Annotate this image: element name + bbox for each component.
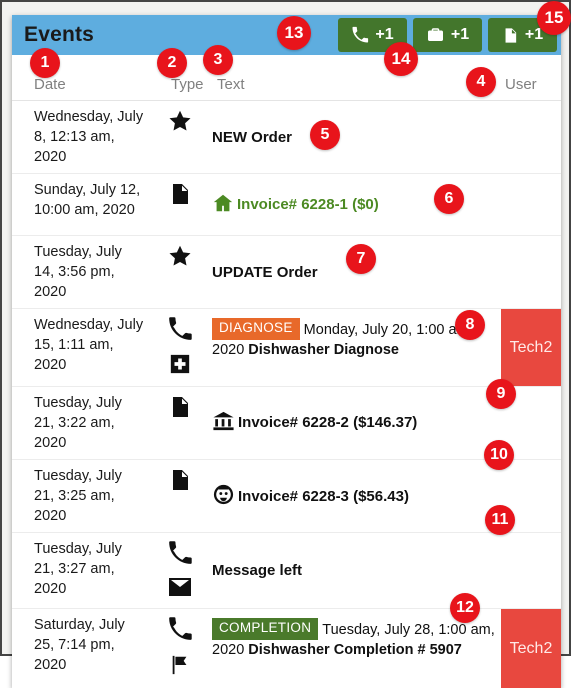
annotation-marker: 9: [486, 379, 516, 409]
annotation-marker: 8: [455, 310, 485, 340]
event-user: [501, 174, 561, 235]
event-user: [501, 236, 561, 308]
add-job-button[interactable]: +1: [413, 18, 482, 52]
event-label: Invoice# 6228-2 ($146.37): [238, 414, 418, 431]
event-date: Tuesday, July 21, 3:25 am, 2020: [34, 468, 122, 524]
table-row[interactable]: Wednesday, July 8, 12:13 am, 2020 NEW Ord…: [12, 101, 561, 174]
event-date: Sunday, July 12, 10:00 am, 2020: [34, 182, 141, 218]
phone-icon: [167, 540, 193, 571]
event-text: NEW Order: [208, 101, 501, 173]
table-row[interactable]: Saturday, July 25, 7:14 pm, 2020 COMPLETI…: [12, 609, 561, 688]
document-icon: [168, 394, 192, 425]
event-type-icons: [152, 309, 208, 386]
star-icon: [167, 108, 193, 139]
table-row[interactable]: Tuesday, July 21, 3:27 am, 2020 Message l…: [12, 533, 561, 609]
annotation-marker: 1: [30, 48, 60, 78]
annotation-marker: 12: [450, 593, 480, 623]
event-label: UPDATE Order: [212, 263, 318, 281]
table-row[interactable]: Tuesday, July 21, 3:25 am, 2020 Invoice# …: [12, 460, 561, 533]
event-text: Invoice# 6228-3 ($56.43): [208, 460, 501, 532]
briefcase-icon: [426, 26, 445, 44]
phone-icon: [167, 616, 193, 647]
event-user: [501, 101, 561, 173]
event-date: Wednesday, July 15, 1:11 am, 2020: [34, 317, 144, 373]
event-type-icons: [152, 236, 208, 308]
flag-icon: [169, 653, 191, 682]
phone-icon: [351, 26, 369, 44]
annotation-marker: 14: [384, 42, 418, 76]
column-header-text[interactable]: Text: [217, 76, 245, 93]
event-type-icons: [152, 609, 208, 688]
star-icon: [167, 243, 193, 274]
annotation-marker: 7: [346, 244, 376, 274]
add-job-label: +1: [450, 26, 470, 43]
envelope-icon: [168, 577, 192, 602]
event-label: Invoice# 6228-3 ($56.43): [238, 487, 409, 505]
event-date: Saturday, July 25, 7:14 pm, 2020: [34, 617, 125, 673]
home-icon: [212, 192, 234, 220]
annotation-marker: 6: [434, 184, 464, 214]
table-row[interactable]: Tuesday, July 21, 3:22 am, 2020 Invoice# …: [12, 387, 561, 460]
event-type-icons: [152, 174, 208, 235]
plus-box-icon: [169, 353, 191, 380]
screenshot-frame: Events +1 +1 +1 Date Type Text User Wedn…: [0, 0, 571, 688]
event-label: Message left: [212, 562, 303, 580]
annotation-marker: 3: [203, 45, 233, 75]
page-title: Events: [24, 23, 95, 46]
phone-icon: [167, 316, 193, 347]
event-text: Invoice# 6228-2 ($146.37): [208, 387, 501, 459]
table-row[interactable]: Sunday, July 12, 10:00 am, 2020 Invoice# …: [12, 174, 561, 236]
column-header-type[interactable]: Type: [171, 76, 204, 93]
event-date: Tuesday, July 21, 3:22 am, 2020: [34, 395, 122, 451]
event-user: Tech2: [501, 609, 561, 688]
annotation-marker: 10: [484, 440, 514, 470]
table-row[interactable]: Tuesday, July 14, 3:56 pm, 2020 UPDATE Or…: [12, 236, 561, 309]
event-detail-text: Dishwasher Diagnose: [248, 342, 399, 358]
event-date: Tuesday, July 14, 3:56 pm, 2020: [34, 244, 122, 300]
status-badge: COMPLETION: [212, 618, 319, 640]
add-invoice-label: +1: [524, 26, 544, 43]
event-label: NEW Order: [212, 128, 293, 146]
technician-chip[interactable]: Tech2: [501, 309, 561, 386]
events-card: Events +1 +1 +1 Date Type Text User Wedn…: [12, 15, 561, 688]
document-icon: [168, 467, 192, 498]
add-call-label: +1: [375, 26, 394, 43]
event-type-icons: [152, 460, 208, 532]
header-actions: +1 +1 +1: [338, 18, 557, 52]
document-icon: [502, 26, 519, 45]
column-header-date[interactable]: Date: [34, 76, 66, 93]
status-badge: DIAGNOSE: [212, 318, 300, 340]
annotation-marker: 13: [277, 16, 311, 50]
event-label: Invoice# 6228-1 ($0): [237, 195, 379, 213]
bank-icon: [212, 410, 235, 438]
annotation-marker: 11: [485, 505, 515, 535]
document-icon: [168, 181, 192, 212]
event-type-icons: [152, 533, 208, 608]
annotation-marker: 5: [310, 120, 340, 150]
event-type-icons: [152, 101, 208, 173]
event-user: Tech2: [501, 309, 561, 386]
person-circle-icon: [212, 483, 235, 512]
event-date: Wednesday, July 8, 12:13 am, 2020: [34, 109, 144, 165]
annotation-marker: 2: [157, 48, 187, 78]
event-type-icons: [152, 387, 208, 459]
event-user: [501, 533, 561, 608]
events-list: Wednesday, July 8, 12:13 am, 2020 NEW Ord…: [12, 101, 561, 688]
technician-chip[interactable]: Tech2: [501, 609, 561, 688]
event-date: Tuesday, July 21, 3:27 am, 2020: [34, 541, 122, 597]
column-header-user[interactable]: User: [505, 76, 537, 93]
annotation-marker: 15: [537, 1, 571, 35]
annotation-marker: 4: [466, 67, 496, 97]
